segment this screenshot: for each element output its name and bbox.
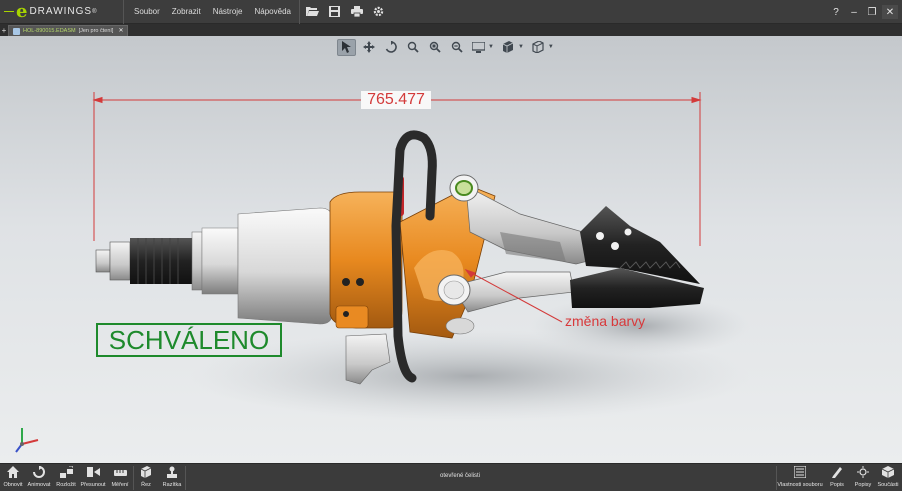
view-orientation-icon[interactable]	[499, 39, 518, 56]
file-properties-icon	[793, 465, 807, 482]
stamp-button[interactable]: Razítka	[160, 464, 184, 491]
logo-word: DRAWINGS	[29, 6, 93, 17]
section-label: Řez	[141, 482, 151, 488]
logo-mark: ®	[92, 8, 98, 15]
markup-note[interactable]: změna barvy	[565, 313, 645, 329]
close-button[interactable]: ✕	[882, 5, 898, 19]
jaw-tips	[570, 206, 704, 308]
menu-napoveda[interactable]: Nápověda	[249, 0, 297, 24]
document-tab-bar: + HOL-890015.EDASM [Jen pro čtení] ✕	[0, 24, 902, 36]
rear-connector	[95, 227, 247, 295]
settings-icon[interactable]	[368, 0, 390, 24]
home-icon	[7, 466, 19, 482]
explode-label: Rozložit	[56, 482, 76, 488]
dimension-value[interactable]: 765.477	[361, 91, 431, 109]
axis-triad-icon	[15, 428, 39, 453]
explode-button[interactable]: Rozložit	[54, 464, 78, 491]
stamp-icon	[166, 466, 178, 482]
pan-icon[interactable]	[359, 39, 378, 56]
bottom-separator	[133, 466, 134, 490]
3d-model-render	[92, 92, 750, 422]
move-button[interactable]: Přesunout	[80, 464, 106, 491]
annotations-icon	[857, 466, 869, 482]
bottom-separator	[185, 466, 186, 490]
logo-dash	[4, 11, 14, 12]
menu-soubor[interactable]: Soubor	[128, 0, 166, 24]
measure-label: Měření	[111, 482, 129, 488]
section-icon	[140, 466, 152, 482]
components-icon	[881, 466, 895, 482]
restore-button[interactable]: ❐	[864, 5, 880, 19]
cylinder-body	[237, 207, 333, 325]
annotations-label: Popisy	[854, 482, 872, 488]
animate-icon	[33, 465, 45, 482]
section-view-icon[interactable]	[529, 39, 548, 56]
file-properties-button[interactable]: Vlastnosti souboru	[777, 464, 823, 491]
markup-button[interactable]: Popis	[826, 464, 848, 491]
open-icon[interactable]	[302, 0, 324, 24]
select-icon[interactable]	[337, 38, 356, 56]
home-label: Obnovit	[3, 482, 23, 488]
menu-nastroje[interactable]: Nástroje	[207, 0, 249, 24]
document-tab[interactable]: HOL-890015.EDASM [Jen pro čtení] ✕	[8, 25, 129, 36]
markup-label: Popis	[830, 482, 844, 488]
save-icon[interactable]	[324, 0, 346, 24]
home-button[interactable]: Obnovit	[2, 464, 24, 491]
rotate-icon[interactable]	[381, 39, 400, 56]
graphics-viewport[interactable]: ▼ ▼ ▼ 765.477 změna barvy SCHVÁLENO	[0, 36, 902, 463]
quick-toolbar	[302, 0, 390, 24]
stamp-label: Razítka	[162, 482, 182, 488]
file-properties-label: Vlastnosti souboru	[777, 482, 823, 488]
zoom-area-icon[interactable]	[425, 39, 444, 56]
menu-separator	[298, 0, 300, 24]
new-tab-button[interactable]: +	[0, 26, 8, 36]
menu-zobrazit[interactable]: Zobrazit	[166, 0, 207, 24]
bottom-toolbar: Obnovit Animovat Rozložit Přesunout Měře…	[0, 463, 902, 491]
annotations-button[interactable]: Popisy	[852, 464, 874, 491]
document-tab-name: HOL-890015.EDASM	[23, 28, 76, 34]
animate-button[interactable]: Animovat	[26, 464, 52, 491]
zoom-to-fit-icon[interactable]	[403, 39, 422, 56]
display-style-icon[interactable]	[469, 39, 488, 56]
assembly-file-icon	[13, 27, 20, 35]
animate-label: Animovat	[27, 482, 51, 488]
display-style-caret-icon[interactable]: ▼	[488, 44, 494, 50]
document-tab-suffix: [Jen pro čtení]	[78, 28, 114, 34]
view-orientation-caret-icon[interactable]: ▼	[518, 44, 524, 50]
help-button[interactable]: ?	[828, 5, 844, 19]
markup-icon	[831, 466, 843, 482]
title-bar: e DRAWINGS ® Soubor Zobrazit Nástroje Ná…	[0, 0, 902, 24]
heads-up-toolbar: ▼ ▼ ▼	[337, 38, 556, 56]
section-view-caret-icon[interactable]: ▼	[548, 44, 554, 50]
configuration-status: otevřené čelisti	[440, 473, 481, 479]
components-label: Součásti	[877, 482, 899, 488]
document-tab-close-icon[interactable]: ✕	[118, 26, 123, 36]
logo-letter: e	[16, 0, 28, 22]
components-button[interactable]: Součásti	[877, 464, 899, 491]
explode-icon	[59, 465, 73, 482]
approval-stamp[interactable]: SCHVÁLENO	[96, 323, 282, 357]
move-icon	[86, 466, 100, 482]
section-button[interactable]: Řez	[136, 464, 156, 491]
measure-icon	[113, 466, 127, 482]
menu-bar: Soubor Zobrazit Nástroje Nápověda	[124, 0, 297, 24]
window-controls: ? – ❐ ✕	[828, 0, 898, 24]
zoom-icon[interactable]	[447, 39, 466, 56]
edrawings-logo: e DRAWINGS ®	[0, 0, 124, 24]
measure-button[interactable]: Měření	[108, 464, 132, 491]
move-label: Přesunout	[80, 482, 106, 488]
minimize-button[interactable]: –	[846, 5, 862, 19]
print-icon[interactable]	[346, 0, 368, 24]
